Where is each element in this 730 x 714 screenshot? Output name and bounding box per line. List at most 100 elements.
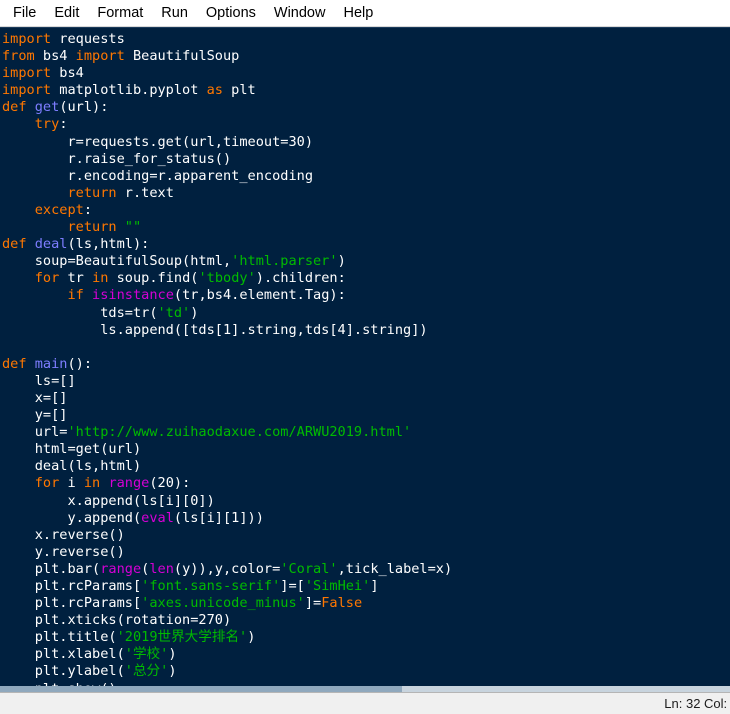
code-token: 'Coral' xyxy=(280,560,338,577)
code-text[interactable]: import requests from bs4 import Beautiful… xyxy=(0,28,730,692)
code-token: ) xyxy=(168,646,177,663)
code-token: (tr,bs4.element.Tag): xyxy=(173,287,346,304)
code-line: soup=BeautifulSoup(html,'html.parser') xyxy=(2,253,730,270)
code-token: '2019世界大学排名' xyxy=(116,629,248,646)
code-token: ,tick_label=x) xyxy=(337,560,453,577)
code-token: in xyxy=(83,475,101,492)
code-token: 'html.parser' xyxy=(231,253,338,270)
menu-item-options[interactable]: Options xyxy=(197,2,265,25)
code-line: x.reverse() xyxy=(2,527,730,544)
code-token: import xyxy=(2,65,52,82)
menu-item-run[interactable]: Run xyxy=(152,2,197,25)
code-token: False xyxy=(321,595,363,612)
code-token: import xyxy=(2,31,52,47)
code-line: x=[] xyxy=(2,390,730,407)
code-token: (20): xyxy=(149,475,191,492)
code-token: deal xyxy=(34,236,68,253)
menu-item-window[interactable]: Window xyxy=(265,2,335,25)
code-line: plt.xlabel('学校') xyxy=(2,646,730,663)
code-line: return r.text xyxy=(2,185,730,202)
code-line: return "" xyxy=(2,219,730,236)
code-token: as xyxy=(206,82,223,99)
editor-area[interactable]: import requests from bs4 import Beautiful… xyxy=(0,27,730,692)
code-token: eval xyxy=(141,509,174,526)
code-token: r.encoding=r.apparent_encoding xyxy=(2,167,313,184)
code-token: html=get(url) xyxy=(2,441,142,458)
code-token: isinstance xyxy=(92,287,174,304)
code-token: ]=[ xyxy=(280,578,305,594)
code-line: ls=[] xyxy=(2,373,730,390)
code-line: plt.ylabel('总分') xyxy=(2,663,730,680)
code-line: def get(url): xyxy=(2,99,730,116)
code-token: if xyxy=(67,287,84,304)
code-line: def main(): xyxy=(2,356,730,373)
code-line: import requests xyxy=(2,31,730,48)
code-token: (ls[i][1])) xyxy=(173,509,264,526)
code-token: for xyxy=(34,475,60,492)
code-line: deal(ls,html) xyxy=(2,458,730,475)
code-line: y.append(eval(ls[i][1])) xyxy=(2,510,730,527)
code-token: BeautifulSoup xyxy=(124,48,240,65)
menu-item-format[interactable]: Format xyxy=(88,2,152,25)
code-token: plt.ylabel( xyxy=(2,663,125,680)
code-token: x.reverse() xyxy=(2,526,125,543)
code-line: r.encoding=r.apparent_encoding xyxy=(2,168,730,185)
code-token: soup=BeautifulSoup(html, xyxy=(2,253,232,270)
code-line: tds=tr('td') xyxy=(2,305,730,322)
code-token: "" xyxy=(124,219,142,236)
code-token: get xyxy=(34,99,60,116)
code-token: for xyxy=(34,270,60,287)
code-token: main xyxy=(34,355,68,372)
code-line: def deal(ls,html): xyxy=(2,236,730,253)
code-token: plt.xlabel( xyxy=(2,646,125,663)
code-line: for tr in soup.find('tbody').children: xyxy=(2,270,730,287)
code-token: bs4 xyxy=(34,48,76,65)
code-token: r.text xyxy=(116,184,174,201)
idle-editor-window: File Edit Format Run Options Window Help impor… xyxy=(0,0,730,714)
code-token: import xyxy=(75,48,125,65)
menu-item-edit[interactable]: Edit xyxy=(45,2,88,25)
code-token: plt.bar( xyxy=(2,560,101,577)
horizontal-scrollbar[interactable] xyxy=(0,686,730,692)
code-line: y.reverse() xyxy=(2,544,730,561)
code-token: ) xyxy=(190,304,199,321)
code-token: y=[] xyxy=(2,407,68,424)
code-token: ) xyxy=(247,629,256,646)
code-token: : xyxy=(83,201,93,218)
menu-item-help[interactable]: Help xyxy=(334,2,382,25)
code-line: except: xyxy=(2,202,730,219)
code-token: def xyxy=(2,355,27,372)
code-token: '学校' xyxy=(124,646,169,663)
code-token: (ls,html): xyxy=(67,236,150,253)
code-line: if isinstance(tr,bs4.element.Tag): xyxy=(2,287,730,304)
code-line: y=[] xyxy=(2,407,730,424)
menubar: File Edit Format Run Options Window Help xyxy=(0,0,730,27)
code-token: ls.append([tds[1].string,tds[4].string]) xyxy=(2,321,428,338)
code-token: 'td' xyxy=(157,304,191,321)
code-token: 'axes.unicode_minus' xyxy=(141,595,305,612)
code-token: requests xyxy=(51,31,125,47)
menu-item-file[interactable]: File xyxy=(4,2,45,25)
code-token: ).children: xyxy=(255,270,346,287)
code-token: plt.rcParams[ xyxy=(2,578,142,594)
code-token: plt xyxy=(222,82,256,99)
code-line: url='http://www.zuihaodaxue.com/ARWU2019… xyxy=(2,424,730,441)
code-line: try: xyxy=(2,116,730,133)
code-token: in xyxy=(92,270,109,287)
code-token: (): xyxy=(67,355,93,372)
horizontal-scrollbar-thumb[interactable] xyxy=(0,686,402,692)
code-token: try xyxy=(34,116,60,133)
code-line: plt.rcParams['axes.unicode_minus']=False xyxy=(2,595,730,612)
code-line: plt.title('2019世界大学排名') xyxy=(2,629,730,646)
code-token: url= xyxy=(2,424,68,441)
code-line: from bs4 import BeautifulSoup xyxy=(2,48,730,65)
code-token: y.append( xyxy=(2,509,142,526)
code-line: x.append(ls[i][0]) xyxy=(2,493,730,510)
